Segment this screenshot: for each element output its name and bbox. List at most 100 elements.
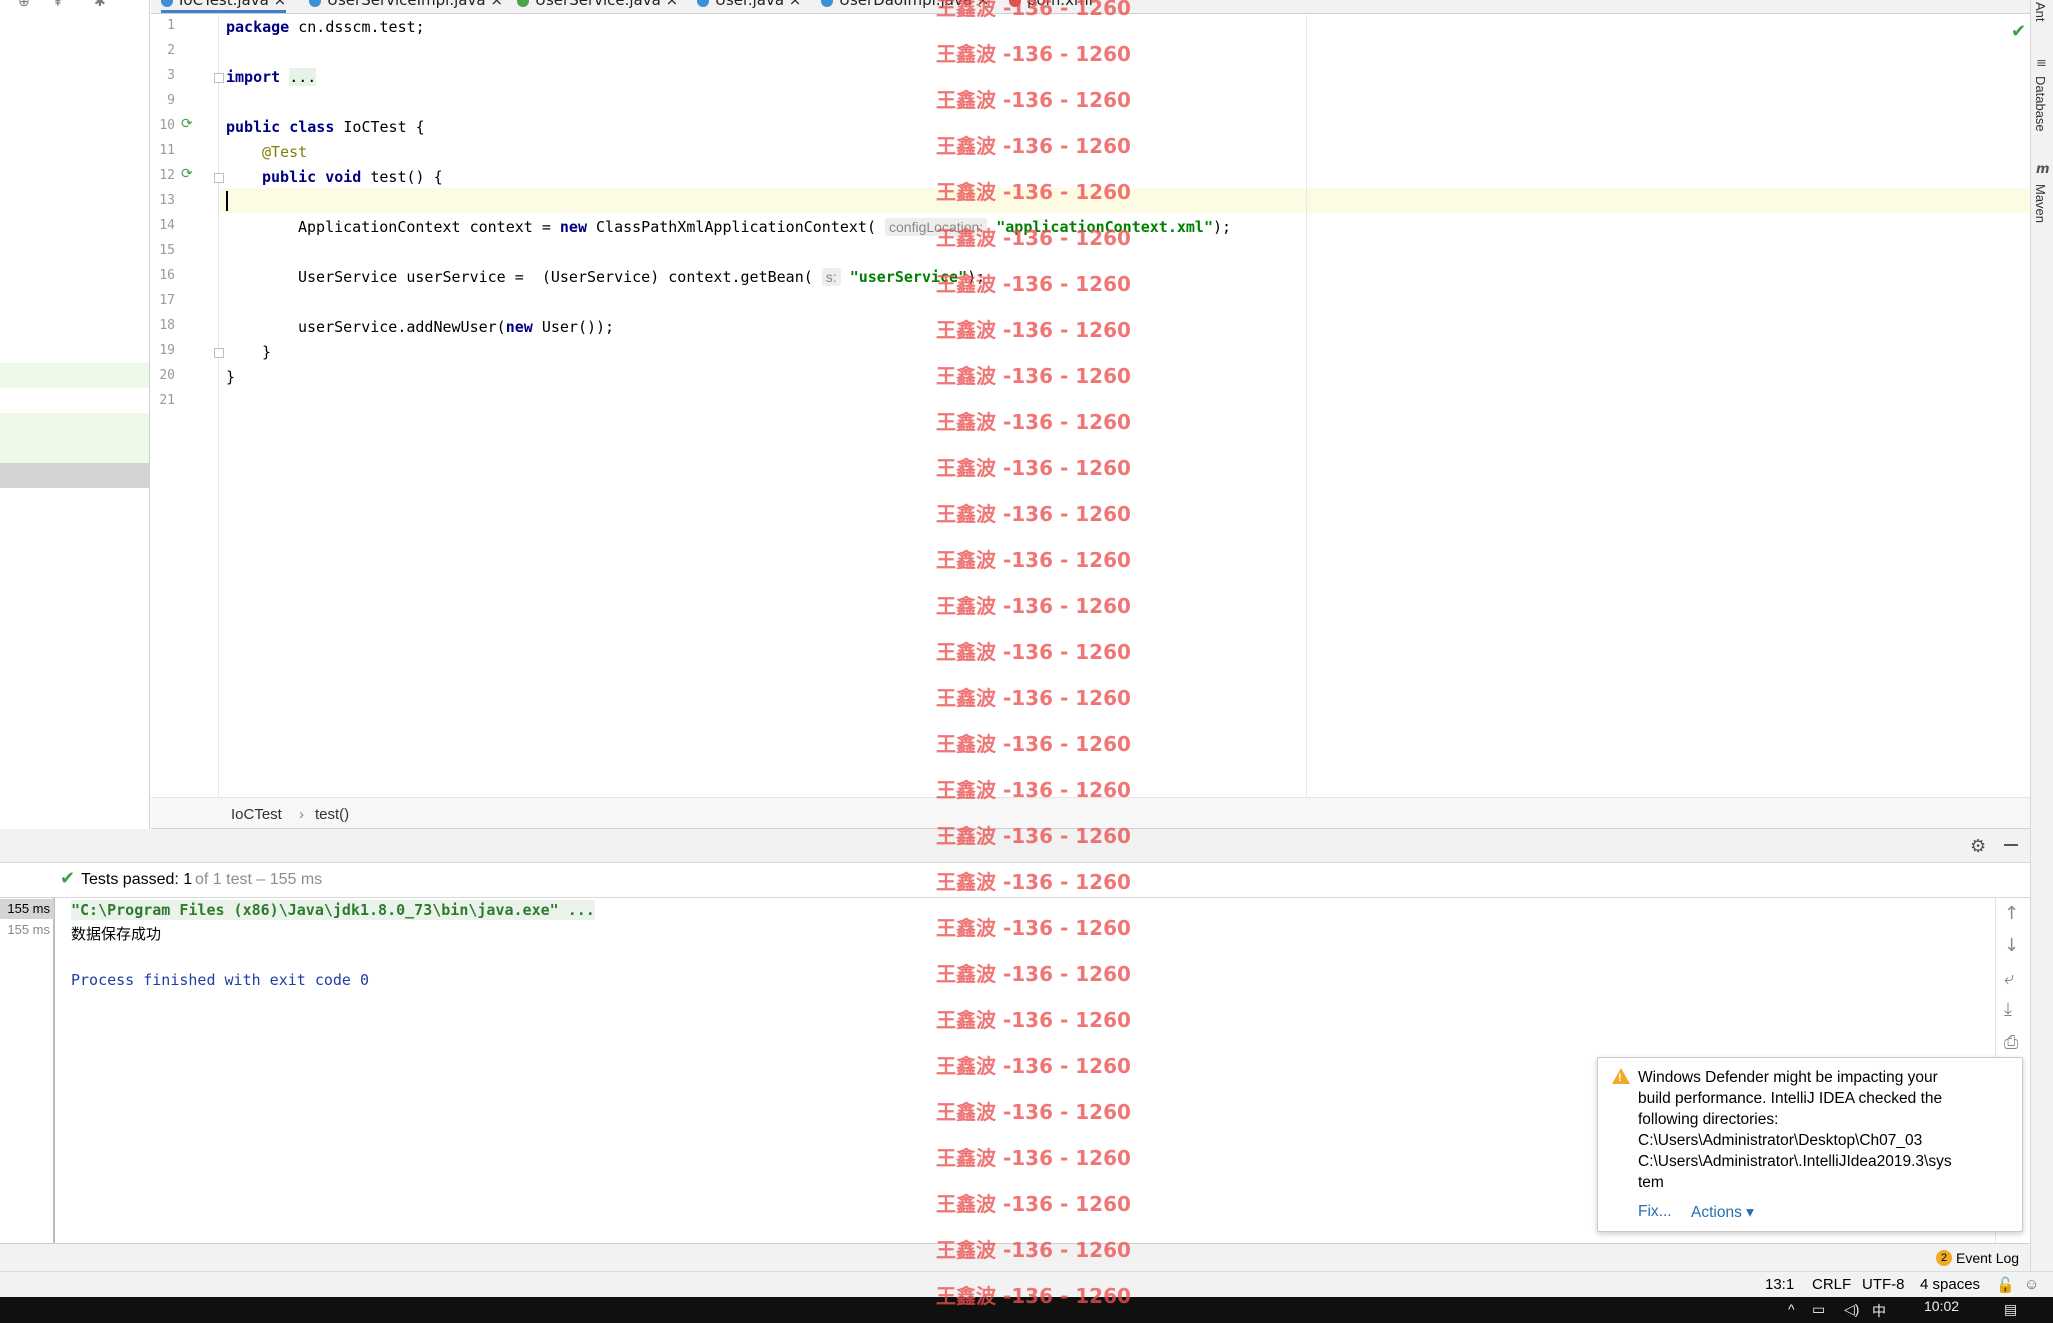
ant-tab[interactable]: Ant xyxy=(2033,2,2048,22)
tool-window-bar: 2 Event Log xyxy=(0,1243,2030,1271)
folded-imports[interactable]: ... xyxy=(289,68,317,86)
code-line-11: @Test xyxy=(262,143,308,161)
parameter-hint: s: xyxy=(821,268,841,286)
code-line-12: public void test() { xyxy=(262,168,443,186)
ime-indicator[interactable]: 中 xyxy=(1872,1301,1886,1321)
minimize-icon[interactable] xyxy=(2004,844,2018,846)
project-panel: ⊕ ⇞ ✱ xyxy=(0,0,150,830)
breadcrumb-class[interactable]: IoCTest xyxy=(231,806,282,823)
collapse-icon[interactable]: ⇞ xyxy=(52,0,64,10)
line-number: 12 xyxy=(159,168,175,183)
tab-userservice[interactable]: UserService.java × xyxy=(517,0,678,13)
tray-chevron-icon[interactable]: ^ xyxy=(1788,1301,1795,1317)
tree-row-highlight[interactable] xyxy=(0,413,149,463)
inspection-ok-icon[interactable]: ✔ xyxy=(2011,21,2026,42)
current-line-highlight xyxy=(220,188,2030,213)
hector-icon[interactable]: ☺ xyxy=(2024,1276,2039,1293)
locate-icon[interactable]: ⊕ xyxy=(18,0,30,10)
line-separator[interactable]: CRLF xyxy=(1812,1276,1851,1293)
code-line-14: ApplicationContext context = new ClassPa… xyxy=(298,218,1232,236)
maven-icon: m xyxy=(2036,162,2050,177)
tree-row-selected[interactable] xyxy=(0,463,149,488)
run-test-icon[interactable]: ⟳ xyxy=(181,166,193,182)
run-test-icon[interactable]: ⟳ xyxy=(181,116,193,132)
test-tree: 155 ms 155 ms xyxy=(0,898,55,1243)
interface-icon xyxy=(517,0,529,7)
line-number: 20 xyxy=(159,368,175,383)
database-icon: ≡ xyxy=(2036,56,2047,71)
network-icon[interactable]: ▭ xyxy=(1812,1301,1825,1318)
notification-center-icon[interactable]: ▤ xyxy=(2004,1301,2017,1318)
print-icon[interactable]: ⎙ xyxy=(2004,1032,2018,1053)
fold-icon[interactable] xyxy=(214,348,224,358)
maven-file-icon xyxy=(1009,0,1021,7)
lock-icon[interactable]: 🔓 xyxy=(1996,1276,2015,1294)
volume-icon[interactable]: ◁) xyxy=(1844,1301,1859,1318)
notification-message: Windows Defender might be impacting your… xyxy=(1638,1069,1952,1191)
clock[interactable]: 10:02 xyxy=(1924,1298,1959,1314)
code-line-10: public class IoCTest { xyxy=(226,118,425,136)
tree-row-highlight[interactable] xyxy=(0,363,149,388)
line-number: 18 xyxy=(159,318,175,333)
fix-link[interactable]: Fix... xyxy=(1638,1203,1672,1221)
actions-dropdown[interactable]: Actions ▾ xyxy=(1691,1203,1754,1222)
soft-wrap-icon[interactable]: ⤶ xyxy=(2004,968,2014,989)
class-icon xyxy=(161,0,173,7)
code-line-1: package cn.dsscm.test; xyxy=(226,18,425,36)
text-caret xyxy=(226,191,228,211)
line-number: 11 xyxy=(159,143,175,158)
fold-icon[interactable] xyxy=(214,173,224,183)
tab-userserviceimpl[interactable]: UserServiceImpl.java × xyxy=(309,0,503,13)
line-number: 1 xyxy=(167,18,175,33)
tests-passed-label: Tests passed: 1 xyxy=(81,871,193,888)
line-number: 9 xyxy=(167,93,175,108)
file-encoding[interactable]: UTF-8 xyxy=(1862,1276,1905,1293)
code-line-18: userService.addNewUser(new User()); xyxy=(298,318,615,336)
class-icon xyxy=(821,0,833,7)
run-panel-header: ⚙ xyxy=(0,829,2030,863)
line-number: 21 xyxy=(159,393,175,408)
code-line-19: } xyxy=(262,343,272,361)
code-editor[interactable]: 1 2 3 9 10 11 12 13 14 15 16 17 18 19 20… xyxy=(151,15,2030,797)
gear-icon[interactable]: ⚙ xyxy=(1970,836,1986,857)
line-number: 13 xyxy=(159,193,175,208)
tab-pom[interactable]: pom.xml xyxy=(1009,0,1093,13)
console-exit-line: Process finished with exit code 0 xyxy=(71,971,370,989)
scroll-to-end-icon[interactable]: ⤓ xyxy=(2004,999,2012,1020)
console-command-line[interactable]: "C:\Program Files (x86)\Java\jdk1.8.0_73… xyxy=(71,900,595,920)
event-count-badge: 2 xyxy=(1936,1250,1952,1266)
parameter-hint: configLocation: xyxy=(885,218,988,236)
settings-icon[interactable]: ✱ xyxy=(94,0,106,10)
line-number: 17 xyxy=(159,293,175,308)
indent-setting[interactable]: 4 spaces xyxy=(1920,1276,1980,1293)
code-line-3: import ... xyxy=(226,68,317,86)
class-icon xyxy=(309,0,321,7)
fold-icon[interactable] xyxy=(214,73,224,83)
breadcrumb-method[interactable]: test() xyxy=(315,806,349,823)
arrow-up-icon[interactable]: ↑ xyxy=(2004,903,2019,924)
caret-position[interactable]: 13:1 xyxy=(1765,1276,1794,1293)
code-line-20: } xyxy=(226,368,236,386)
breadcrumb: IoCTest › test() xyxy=(151,797,2030,829)
code-line-16: UserService userService = (UserService) … xyxy=(298,268,986,286)
tests-detail-label: of 1 test – 155 ms xyxy=(195,871,323,888)
line-number: 2 xyxy=(167,43,175,58)
test-case-time[interactable]: 155 ms xyxy=(0,920,54,940)
tab-user[interactable]: User.java × xyxy=(697,0,801,13)
maven-tab[interactable]: Maven xyxy=(2033,184,2048,223)
test-root-time[interactable]: 155 ms xyxy=(0,899,54,919)
tab-ioctest[interactable]: IoCTest.java × xyxy=(161,0,287,13)
tab-userdaoimpl[interactable]: UserDaoImpl.java × xyxy=(821,0,989,13)
line-number: 3 xyxy=(167,68,175,83)
line-number: 15 xyxy=(159,243,175,258)
status-bar: 13:1 CRLF UTF-8 4 spaces 🔓 ☺ xyxy=(0,1271,2053,1297)
console-output-line: 数据保存成功 xyxy=(71,925,162,943)
editor-tab-bar: IoCTest.java × UserServiceImpl.java × Us… xyxy=(151,0,2030,14)
line-number: 19 xyxy=(159,343,175,358)
database-tab[interactable]: Database xyxy=(2033,76,2048,132)
event-log-button[interactable]: Event Log xyxy=(1956,1250,2019,1266)
arrow-down-icon[interactable]: ↓ xyxy=(2004,935,2019,956)
project-toolbar: ⊕ ⇞ ✱ xyxy=(0,0,150,16)
windows-defender-notification[interactable]: ! Windows Defender might be impacting yo… xyxy=(1597,1057,2023,1232)
windows-taskbar: ^ ▭ ◁) 中 10:02 ▤ xyxy=(0,1297,2053,1323)
